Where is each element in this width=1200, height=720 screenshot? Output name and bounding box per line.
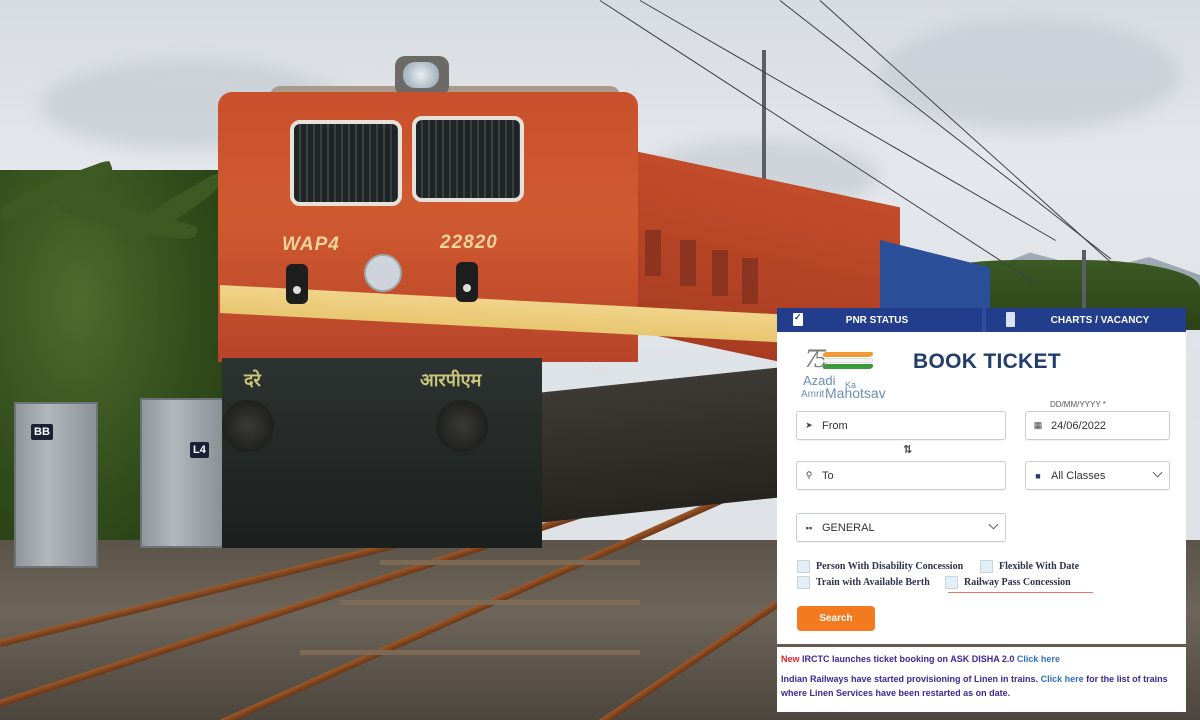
widget-tabs: PNR STATUS CHARTS / VACANCY	[777, 308, 1186, 332]
tab-label: CHARTS / VACANCY	[1050, 314, 1150, 326]
sleeper	[340, 600, 640, 605]
news-text: IRCTC launches ticket booking on ASK DIS…	[802, 654, 1015, 664]
news-link[interactable]: Click here	[1017, 654, 1060, 664]
bogie	[540, 367, 780, 523]
checkbox-available-berth[interactable]: Train with Available Berth	[797, 576, 930, 589]
quota-select[interactable]: ▪▪ GENERAL	[796, 513, 1006, 542]
hindi-text-left: दरे	[244, 370, 261, 391]
buffer	[436, 400, 488, 452]
logo-number: 75	[805, 344, 827, 373]
cab-window	[290, 120, 402, 206]
news-text: Indian Railways have started provisionin…	[781, 674, 1039, 684]
locomotive-class: WAP4	[282, 234, 340, 255]
clipboard-check-icon	[793, 312, 803, 326]
from-station-input[interactable]: ➤ From	[796, 411, 1006, 440]
checkbox-label: Railway Pass Concession	[964, 577, 1071, 588]
quota-value: GENERAL	[822, 521, 875, 534]
highlight-underline	[948, 592, 1093, 593]
checkbox-railway-pass[interactable]: Railway Pass Concession	[945, 576, 1071, 589]
side-louver	[742, 258, 758, 304]
cabinet-tag: BB	[31, 424, 53, 440]
marker-light	[286, 264, 308, 304]
locomotive-number: 22820	[440, 232, 498, 253]
grid-icon: ▪▪	[805, 522, 813, 533]
sleeper	[380, 560, 640, 565]
locomotive-lower-body	[222, 358, 542, 548]
flag-icon	[822, 352, 874, 370]
cabinet-tag: L4	[190, 442, 209, 458]
date-format-label: DD/MM/YYYY *	[1050, 400, 1106, 409]
flag-green	[822, 364, 874, 369]
catenary-mast	[1082, 250, 1086, 310]
checkbox-box[interactable]	[797, 576, 810, 589]
checkbox-disability-concession[interactable]: Person With Disability Concession	[797, 560, 963, 573]
news-link[interactable]: Click here	[1041, 674, 1084, 684]
location-arrow-icon: ➤	[805, 420, 813, 430]
book-ticket-panel: 75 Azadi Ka Amrit Mahotsav BOOK TICKET D…	[777, 332, 1186, 644]
new-badge: New	[781, 654, 800, 664]
checkbox-box[interactable]	[980, 560, 993, 573]
news-item: New IRCTC launches ticket booking on ASK…	[781, 652, 1182, 666]
logo-text-mahotsav: Mahotsav	[825, 385, 886, 401]
railway-emblem	[364, 254, 402, 292]
cab-window	[412, 116, 524, 202]
checkbox-label: Flexible With Date	[999, 561, 1080, 572]
journey-date-input[interactable]: ▦ 24/06/2022	[1025, 411, 1170, 440]
class-value: All Classes	[1051, 469, 1106, 482]
checkbox-box[interactable]	[797, 560, 810, 573]
checkbox-label: Train with Available Berth	[816, 577, 930, 588]
chevron-down-icon	[988, 519, 999, 530]
side-louver	[712, 250, 728, 296]
marker-light	[456, 262, 478, 302]
hindi-text-center: आरपीएम	[420, 370, 482, 391]
briefcase-icon: ■	[1035, 470, 1041, 481]
news-item: Indian Railways have started provisionin…	[781, 672, 1182, 700]
search-button[interactable]: Search	[797, 606, 875, 631]
checkbox-box[interactable]	[945, 576, 958, 589]
map-pin-icon: ⚲	[805, 470, 813, 480]
signal-cabinet: L4	[140, 398, 224, 548]
journey-date-value: 24/06/2022	[1051, 419, 1107, 432]
tab-charts-vacancy[interactable]: CHARTS / VACANCY	[986, 308, 1186, 332]
side-louver	[645, 230, 661, 276]
tab-pnr-status[interactable]: PNR STATUS	[777, 308, 982, 332]
calendar-icon: ▦	[1033, 420, 1043, 430]
azadi-ka-amrit-mahotsav-logo: 75 Azadi Ka Amrit Mahotsav	[799, 344, 891, 401]
page-title: BOOK TICKET	[913, 350, 1061, 373]
chevron-down-icon	[1152, 467, 1163, 478]
cab-label: CAB1	[582, 366, 610, 377]
news-panel: New IRCTC launches ticket booking on ASK…	[777, 647, 1186, 712]
sleeper	[300, 650, 640, 655]
swap-stations-button[interactable]: ⇅	[903, 443, 912, 456]
checkbox-label: Person With Disability Concession	[816, 561, 964, 572]
to-placeholder: To	[822, 469, 834, 482]
flag-white	[822, 358, 874, 363]
document-icon	[1006, 312, 1015, 327]
tab-label: PNR STATUS	[845, 314, 909, 326]
to-station-input[interactable]: ⚲ To	[796, 461, 1006, 490]
flag-saffron	[822, 352, 874, 357]
side-louver	[680, 240, 696, 286]
class-select[interactable]: ■ All Classes	[1025, 461, 1170, 490]
from-placeholder: From	[822, 419, 848, 432]
headlamp	[395, 56, 449, 96]
buffer	[222, 400, 274, 452]
signal-cabinet: BB	[14, 402, 98, 568]
checkbox-flexible-date[interactable]: Flexible With Date	[980, 560, 1079, 573]
irctc-booking-widget: PNR STATUS CHARTS / VACANCY 75 Azadi Ka …	[777, 308, 1186, 712]
logo-text-amrit: Amrit	[801, 389, 825, 400]
